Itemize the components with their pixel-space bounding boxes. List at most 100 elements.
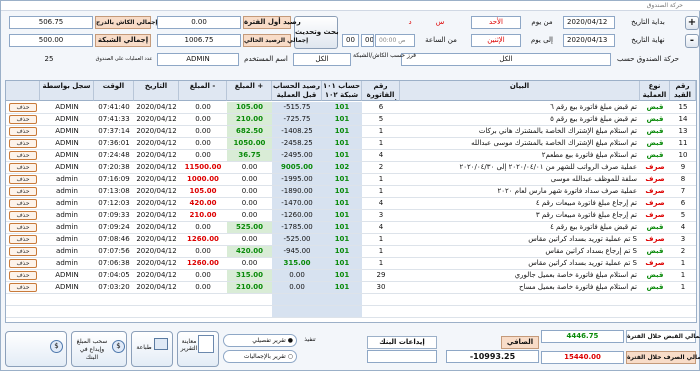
description-cell: تم عملية توريد بسداد كراتين مقاس S [528,235,637,243]
add-button[interactable]: + [685,16,699,30]
user-cell: admin [56,187,78,195]
delete-row-button[interactable]: حذف [9,247,37,256]
withdraw-deposit-label: سحب المبلغ وإيداع في البنك [76,338,108,361]
end-date-field[interactable]: 2020/04/13 [563,34,615,47]
table-row[interactable]: 6 صرف تم إرجاع مبلغ فاتورة مبيعات رقم ٤ 4 10… [6,198,696,210]
description-cell: تم استلام مبلغ فاتورة خاصة بعميل مساح [519,283,637,291]
account-cell: 101 [322,210,362,221]
delete-row-button[interactable]: حذف [9,115,37,124]
plus-cell: 1050.00 [227,138,272,149]
col-type: نوع العملية [640,81,670,101]
delete-row-button[interactable]: حذف [9,187,37,196]
current-balance-value: 1006.75 [157,34,241,47]
table-row[interactable]: 1 قبض تم استلام مبلغ فاتورة خاصة بعميل مسا… [6,282,696,294]
hour-spin[interactable]: 00 [361,34,374,47]
table-row[interactable]: 1 قبض تم استلام مبلغ فاتورة خاصة بعميل جال… [6,270,696,282]
user-cell: ADMIN [55,115,79,123]
bank-deposits-label: إيداعات البنك [367,336,437,349]
entry-no-cell: 1 [680,271,686,279]
time-field[interactable]: 00:00 ص [375,34,415,47]
delete-row-button[interactable]: حذف [9,151,37,160]
account-cell: 101 [322,114,362,125]
minus-cell: 0.00 [195,103,211,111]
entry-no-cell: 14 [678,115,688,123]
table-row[interactable]: 5 صرف تم إرجاع مبلغ فاتورة مبيعات رقم ٣ 3 10… [6,210,696,222]
table-row[interactable]: 10 قبض تم استلام مبلغ فاتورة بيع مطعم٢ 4 101… [6,150,696,162]
start-date-field[interactable]: 2020/04/12 [563,16,615,29]
balance-cell: -515.75 [272,102,322,113]
delete-row-button[interactable]: حذف [9,235,37,244]
description-cell: تم قبض مبلغ فاتورة بيع رقم ٥ [550,115,637,123]
account-cell: 101 [322,186,362,197]
description-cell [400,306,640,317]
day-from-field[interactable]: الأحد [471,16,521,29]
delete-row-button[interactable]: حذف [9,199,37,208]
delete-row-button[interactable]: حذف [9,127,37,136]
drawer-cash-label: إجمالي الكاش بالدرج [95,16,158,29]
balance-cell: -1890.00 [272,186,322,197]
delete-row-button[interactable]: حذف [9,163,37,172]
invoice-cell: 4 [378,223,384,231]
time-cell: 07:36:01 [98,139,130,147]
preview-label: معاينة التقرير [180,338,198,352]
day-to-field[interactable]: الإثنين [471,34,521,47]
date-cell: 2020/04/12 [136,283,177,291]
preview-report-button[interactable]: معاينة التقرير [177,331,219,367]
totals-report-radio[interactable]: تقرير بالإجماليات ○ [223,350,297,363]
delete-row-button[interactable]: حذف [9,259,37,268]
description-cell: تم إرجاع مبلغ فاتورة مبيعات رقم ٤ [535,199,637,207]
description-cell: تم استلام مبلغ الإشتراك الخاصة بالمشترك … [471,139,637,147]
minus-cell: 0.00 [195,139,211,147]
delete-row-button[interactable]: حذف [9,211,37,220]
delete-row-button[interactable]: حذف [9,103,37,112]
print-button[interactable]: طباعة [131,331,173,367]
username-select[interactable]: ADMIN [157,53,239,66]
table-row[interactable]: 7 صرف عملية صرف سداد فاتورة شهر مارس لعام … [6,186,696,198]
detailed-report-radio[interactable]: تقرير تفصيلي ● [223,334,297,347]
delete-row-button[interactable]: حذف [9,223,37,232]
account-cell: 101 [322,102,362,113]
type-cell: قبض [646,127,664,135]
type-cell: صرف [645,235,665,243]
minute-spin[interactable]: 00 [342,34,359,47]
table-row[interactable]: 14 قبض تم قبض مبلغ فاتورة بيع رقم ٥ 5 101 -72… [6,114,696,126]
table-row[interactable] [6,306,696,318]
delete-row-button[interactable]: حذف [9,175,37,184]
delete-row-button[interactable]: حذف [9,139,37,148]
net-value: -10993.25 [446,350,539,363]
description-cell: عملية صرف سداد فاتورة شهر مارس لعام ٢٠٢٠ [497,187,637,195]
remove-button[interactable]: - [685,34,699,48]
description-cell: تم إرجاع مبلغ فاتورة مبيعات رقم ٣ [535,211,637,219]
user-cell: admin [56,175,78,183]
table-row[interactable] [6,294,696,306]
table-row[interactable]: 9 صرف عملية صرف الرواتب للشهر من ٢٠٢٠/٠٤/٠… [6,162,696,174]
type-cell: قبض [646,283,664,291]
table-row[interactable]: 8 صرف سلفة للموظف عبدالله موسى 1 101 -1995.00… [6,174,696,186]
opening-balance-value: 0.00 [157,16,241,29]
user-cell: ADMIN [55,103,79,111]
movement-filter-select[interactable]: الكل [401,53,611,66]
balance-cell: 0.00 [272,270,322,281]
plus-cell: 0.00 [241,163,258,171]
table-row[interactable]: 13 قبض تم استلام مبلغ الإشتراك الخاصة بالم… [6,126,696,138]
plus-cell: 525.00 [227,222,272,233]
delete-row-button[interactable]: حذف [9,283,37,292]
table-row[interactable]: 3 صرف تم عملية توريد بسداد كراتين مقاس S 1 1… [6,234,696,246]
user-cell: ADMIN [55,151,79,159]
table-row[interactable]: 11 قبض تم استلام مبلغ الإشتراك الخاصة بالم… [6,138,696,150]
cash-network-filter-select[interactable]: الكل [293,53,351,66]
time-cell: 07:06:38 [98,259,130,267]
delete-row-button[interactable]: حذف [9,271,37,280]
withdraw-deposit-button[interactable]: $ سحب المبلغ وإيداع في البنك [71,331,127,367]
table-row[interactable]: 4 قبض تم قبض مبلغ فاتورة بيع رقم ٤ 4 101 -178… [6,222,696,234]
table-row[interactable]: 1 صرف تم عملية توريد بسداد كراتين مقاس S 1 1… [6,258,696,270]
table-row[interactable]: 2 قبض تم إرجاع بسداد كراتين مقاس S 1 101 -945… [6,246,696,258]
invoice-cell: 29 [376,271,386,279]
table-row[interactable]: 15 قبض تم قبض مبلغ فاتورة بيع رقم ٦ 6 101 -51… [6,102,696,114]
account-cell: 101 [322,246,362,257]
print-label: طباعة [136,344,152,351]
invoice-cell: 5 [378,115,384,123]
transfer-button[interactable]: $ [5,331,67,367]
plus-cell: 682.50 [227,126,272,137]
account-cell [322,306,362,317]
